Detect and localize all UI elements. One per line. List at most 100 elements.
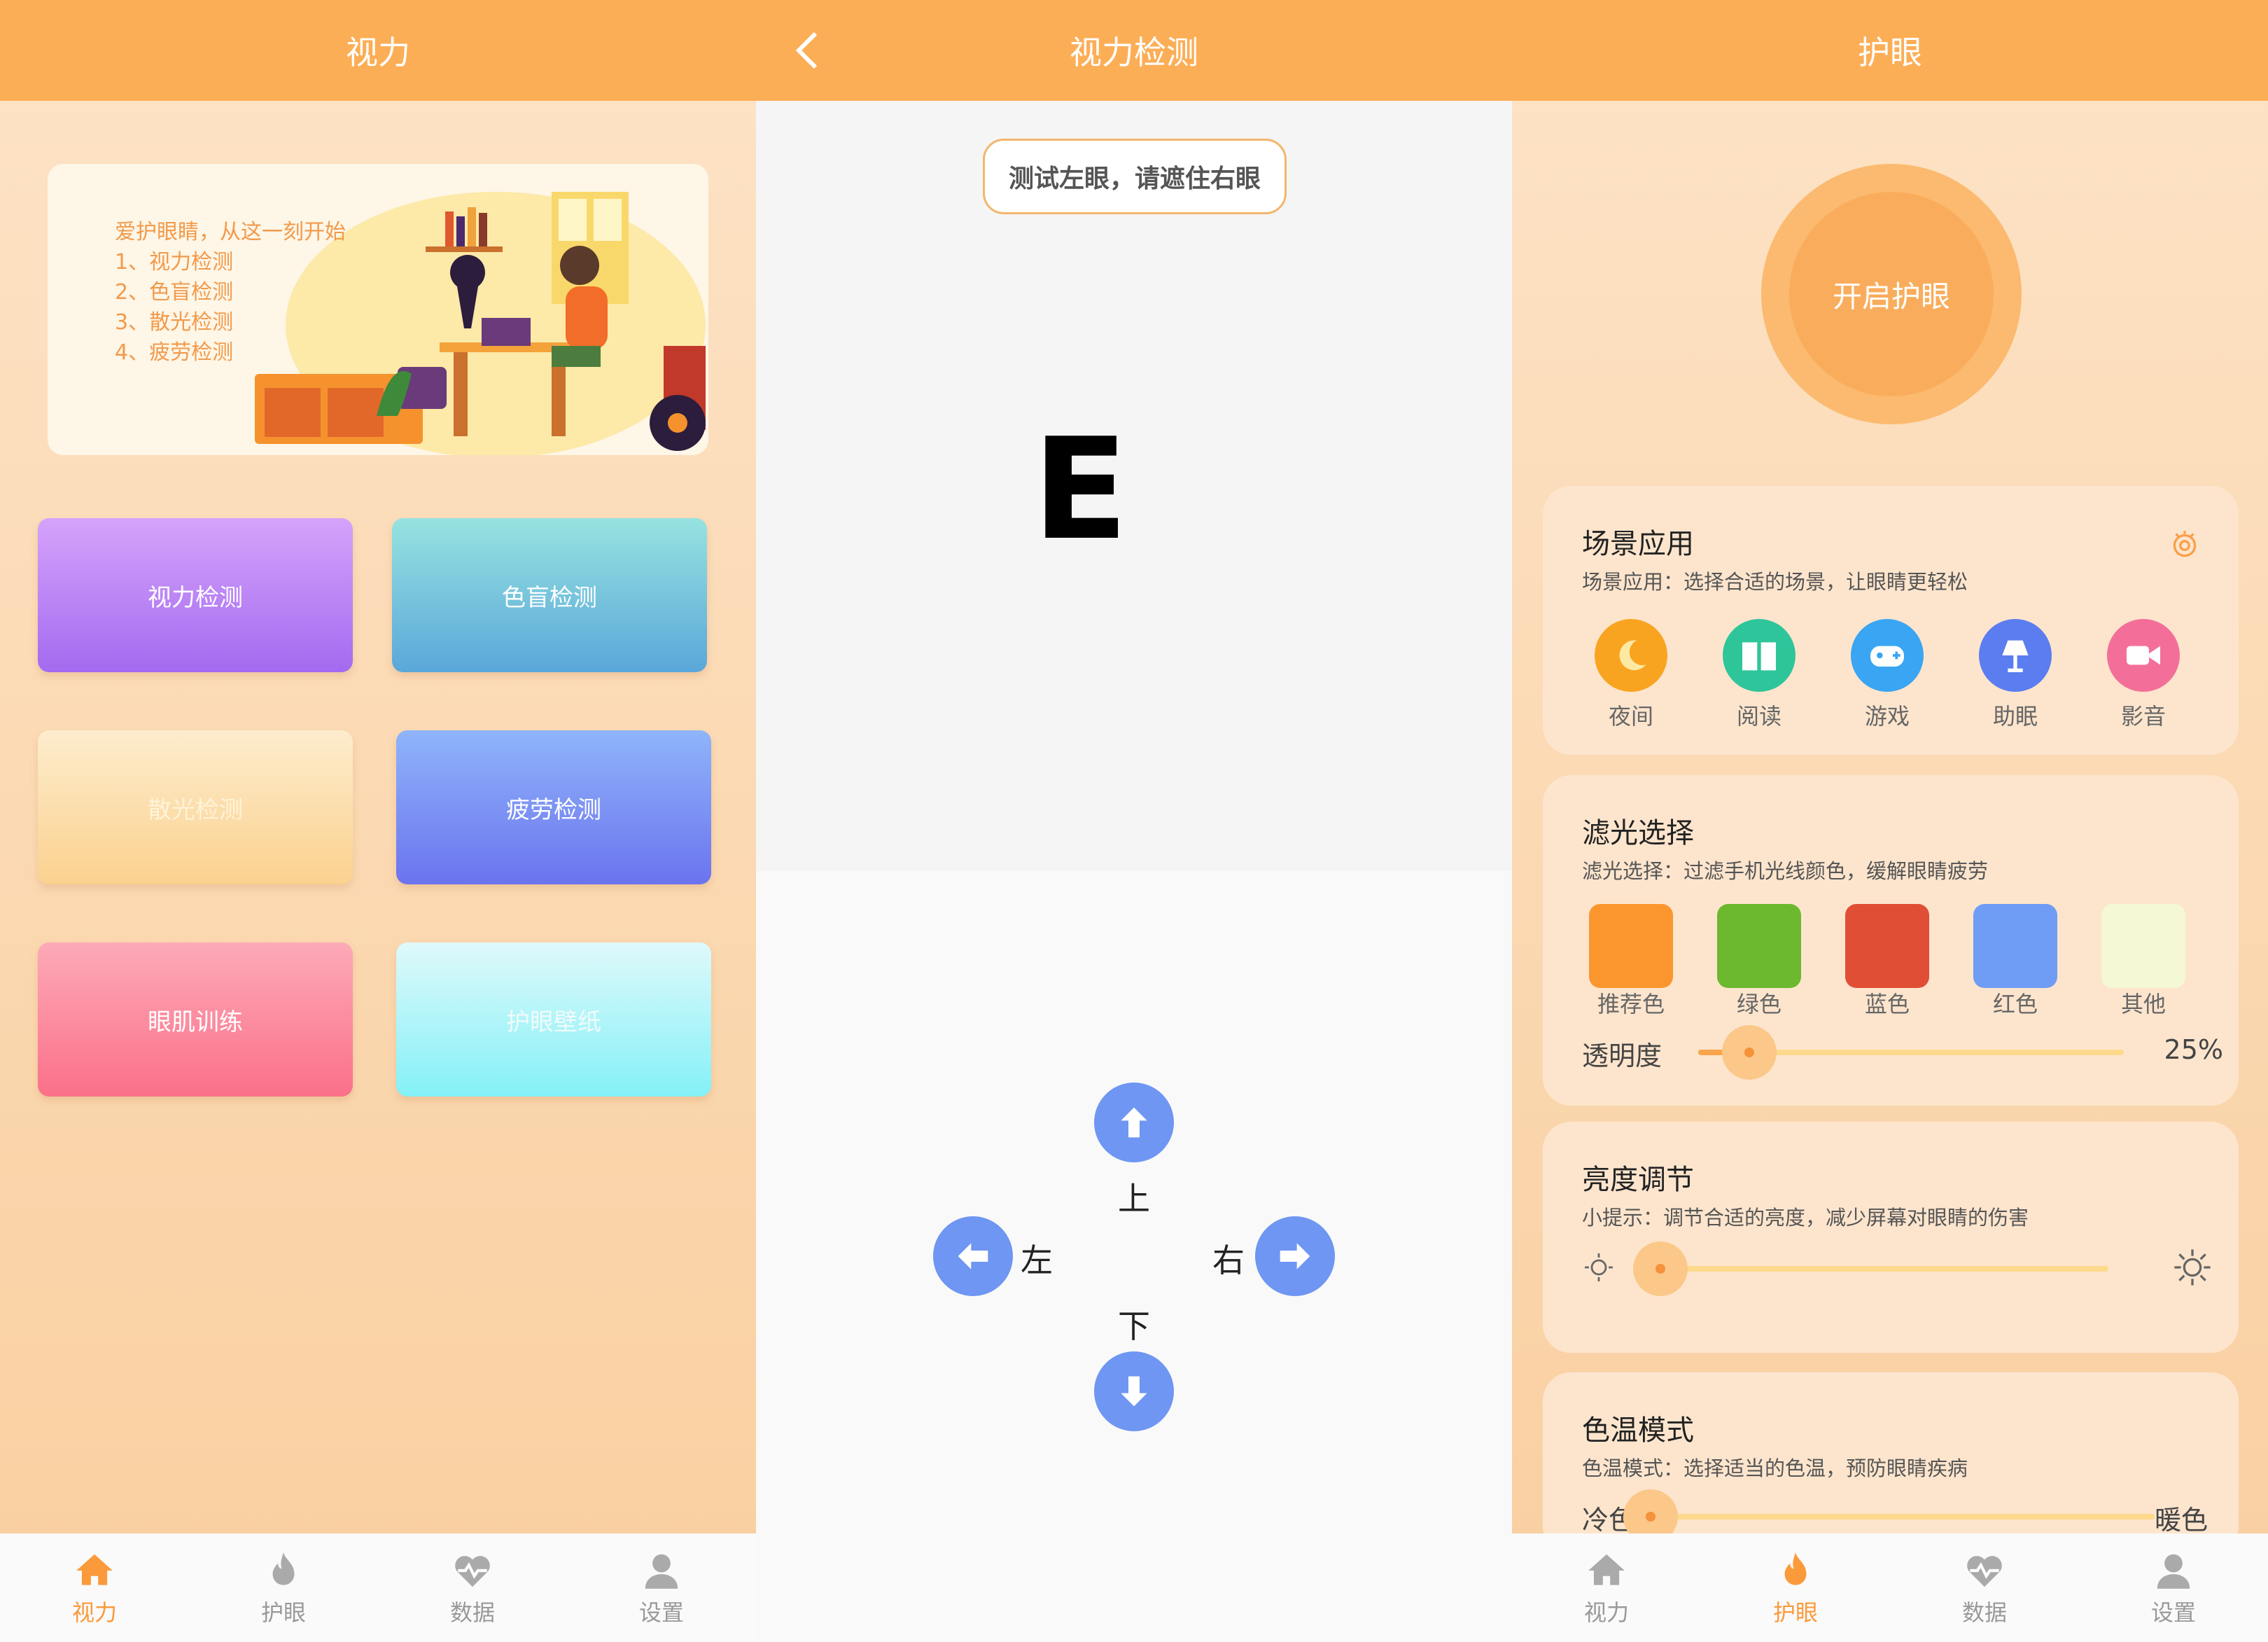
filter-swatch-red[interactable] [1973,904,2057,988]
astigmatism-test-button[interactable]: 散光检测 [38,730,353,884]
up-button[interactable] [1094,1083,1174,1162]
tab-settings[interactable]: 设置 [2079,1533,2268,1642]
eye-muscle-training-button[interactable]: 眼肌训练 [38,942,353,1097]
down-label: 下 [1118,1307,1150,1345]
lamp-icon [2002,640,2029,672]
tab-label: 护眼 [1772,1599,1818,1626]
filter-card: 滤光选择 滤光选择：过滤手机光线颜色，缓解眼睛疲劳 推荐色 绿色 蓝色 红色 其… [1543,775,2239,1106]
tab-data[interactable]: 数据 [378,1533,567,1642]
flame-icon [272,1552,295,1585]
tab-label: 设置 [2150,1599,2196,1626]
fatigue-test-button[interactable]: 疲劳检测 [396,730,711,884]
tab-eye-care[interactable]: 护眼 [1701,1533,1890,1642]
banner-line: 3、散光检测 [115,310,234,335]
book-icon [1742,642,1776,671]
top-bar: 视力 [0,0,756,101]
color-blind-test-button[interactable]: 色盲检测 [392,518,707,672]
user-icon [645,1554,678,1589]
scene-label: 影音 [2120,703,2166,730]
eye-care-screen: 护眼 开启护眼 场景应用 场景应用：选择合适的场景，让眼睛更轻松 夜间 阅读 游… [1512,0,2268,1642]
tab-bar: 视力 护眼 数据 设置 [0,1533,756,1642]
flame-icon [1784,1552,1807,1585]
scene-gaming[interactable]: 游戏 [1845,619,1929,731]
eye-care-toggle-button[interactable]: 开启护眼 [1789,192,1994,396]
gamepad-icon [1870,646,1904,667]
filter-label: 蓝色 [1864,991,1910,1017]
color-temp-slider-track[interactable] [1651,1514,2155,1519]
top-bar: 护眼 [1512,0,2268,101]
filter-label: 其他 [2120,991,2166,1017]
tab-bar: 视力 护眼 数据 设置 [1512,1533,2268,1642]
moon-icon [1619,640,1646,671]
filter-subtitle: 滤光选择：过滤手机光线颜色，缓解眼睛疲劳 [1582,859,1989,883]
brightness-slider-track[interactable] [1660,1266,2108,1272]
left-button[interactable] [933,1216,1013,1296]
brightness-subtitle: 小提示：调节合适的亮度，减少屏幕对眼睛的伤害 [1582,1206,2029,1230]
banner-line: 爱护眼睛，从这一刻开始 [115,220,346,244]
scene-reading[interactable]: 阅读 [1717,619,1801,731]
vision-screen: 视力 爱护眼睛，从这一刻开始 1、视力检测 2、色盲检测 3、散光检测 4、疲劳… [0,0,756,1642]
scene-sleep[interactable]: 助眠 [1973,619,2057,731]
down-button[interactable] [1094,1351,1174,1431]
filter-swatch-blue[interactable] [1845,904,1929,988]
filter-swatch-other[interactable] [2101,904,2185,988]
scene-night[interactable]: 夜间 [1589,619,1673,731]
video-icon [2127,646,2160,665]
control-area [756,871,1512,1642]
color-temp-card: 色温模式 色温模式：选择适当的色温，预防眼睛疾病 冷色 暖色 [1543,1372,2239,1554]
banner-line: 1、视力检测 [115,250,234,274]
back-arrow-icon[interactable] [784,25,834,76]
scene-subtitle: 场景应用：选择合适的场景，让眼睛更轻松 [1582,570,1968,594]
banner: 爱护眼睛，从这一刻开始 1、视力检测 2、色盲检测 3、散光检测 4、疲劳检测 [48,164,708,455]
home-icon [76,1554,113,1585]
scene-label: 助眠 [1992,703,2038,730]
brightness-low-icon [1585,1253,1613,1281]
eye-wallpaper-button[interactable]: 护眼壁纸 [396,942,711,1097]
home-icon [1588,1554,1625,1585]
heartbeat-icon [1967,1555,2002,1587]
vision-test-screen: 视力检测 测试左眼，请遮住右眼 E 上 左 右 下 [756,0,1512,1642]
right-button[interactable] [1255,1216,1335,1296]
brightness-slider-handle[interactable] [1633,1241,1688,1296]
up-label: 上 [1118,1180,1150,1218]
opacity-value: 25% [2164,1034,2223,1065]
tab-label: 视力 [1583,1599,1629,1626]
banner-line: 2、色盲检测 [115,280,234,305]
instruction-badge: 测试左眼，请遮住右眼 [983,139,1287,214]
brightness-high-icon [2174,1249,2211,1286]
test-area [756,101,1512,871]
user-icon [2157,1554,2190,1589]
brightness-title: 亮度调节 [1582,1164,1694,1196]
tab-vision[interactable]: 视力 [0,1533,189,1642]
scene-label: 游戏 [1864,703,1910,730]
tab-vision[interactable]: 视力 [1512,1533,1701,1642]
tab-eye-care[interactable]: 护眼 [189,1533,378,1642]
page-title: 护眼 [1858,34,1922,71]
scene-video[interactable]: 影音 [2101,619,2185,731]
tab-label: 数据 [1961,1599,2007,1626]
filter-label: 推荐色 [1597,991,1665,1017]
eye-settings-icon[interactable] [2167,527,2202,562]
tab-settings[interactable]: 设置 [567,1533,756,1642]
opacity-slider-handle[interactable] [1721,1025,1777,1080]
opacity-label: 透明度 [1582,1041,1662,1071]
tab-data[interactable]: 数据 [1890,1533,2079,1642]
banner-line: 4、疲劳检测 [115,340,234,365]
filter-title: 滤光选择 [1582,817,1694,849]
filter-swatch-green[interactable] [1717,904,1801,988]
left-label: 左 [1021,1241,1053,1279]
page-title: 视力检测 [1070,34,1198,71]
e-chart-letter: E [1032,408,1128,571]
arrow-left-icon [958,1243,988,1269]
heartbeat-icon [455,1555,490,1587]
filter-label: 红色 [1992,991,2038,1017]
scene-label: 夜间 [1608,703,1653,730]
filter-swatch-recommended[interactable] [1589,904,1673,988]
tab-label: 视力 [71,1599,117,1626]
tab-label: 设置 [638,1599,684,1626]
vision-test-button[interactable]: 视力检测 [38,518,353,672]
color-temp-title: 色温模式 [1582,1414,1694,1447]
scene-card: 场景应用 场景应用：选择合适的场景，让眼睛更轻松 夜间 阅读 游戏 助眠 影音 [1543,486,2239,755]
top-bar: 视力检测 [756,0,1512,101]
page-title: 视力 [346,34,410,71]
